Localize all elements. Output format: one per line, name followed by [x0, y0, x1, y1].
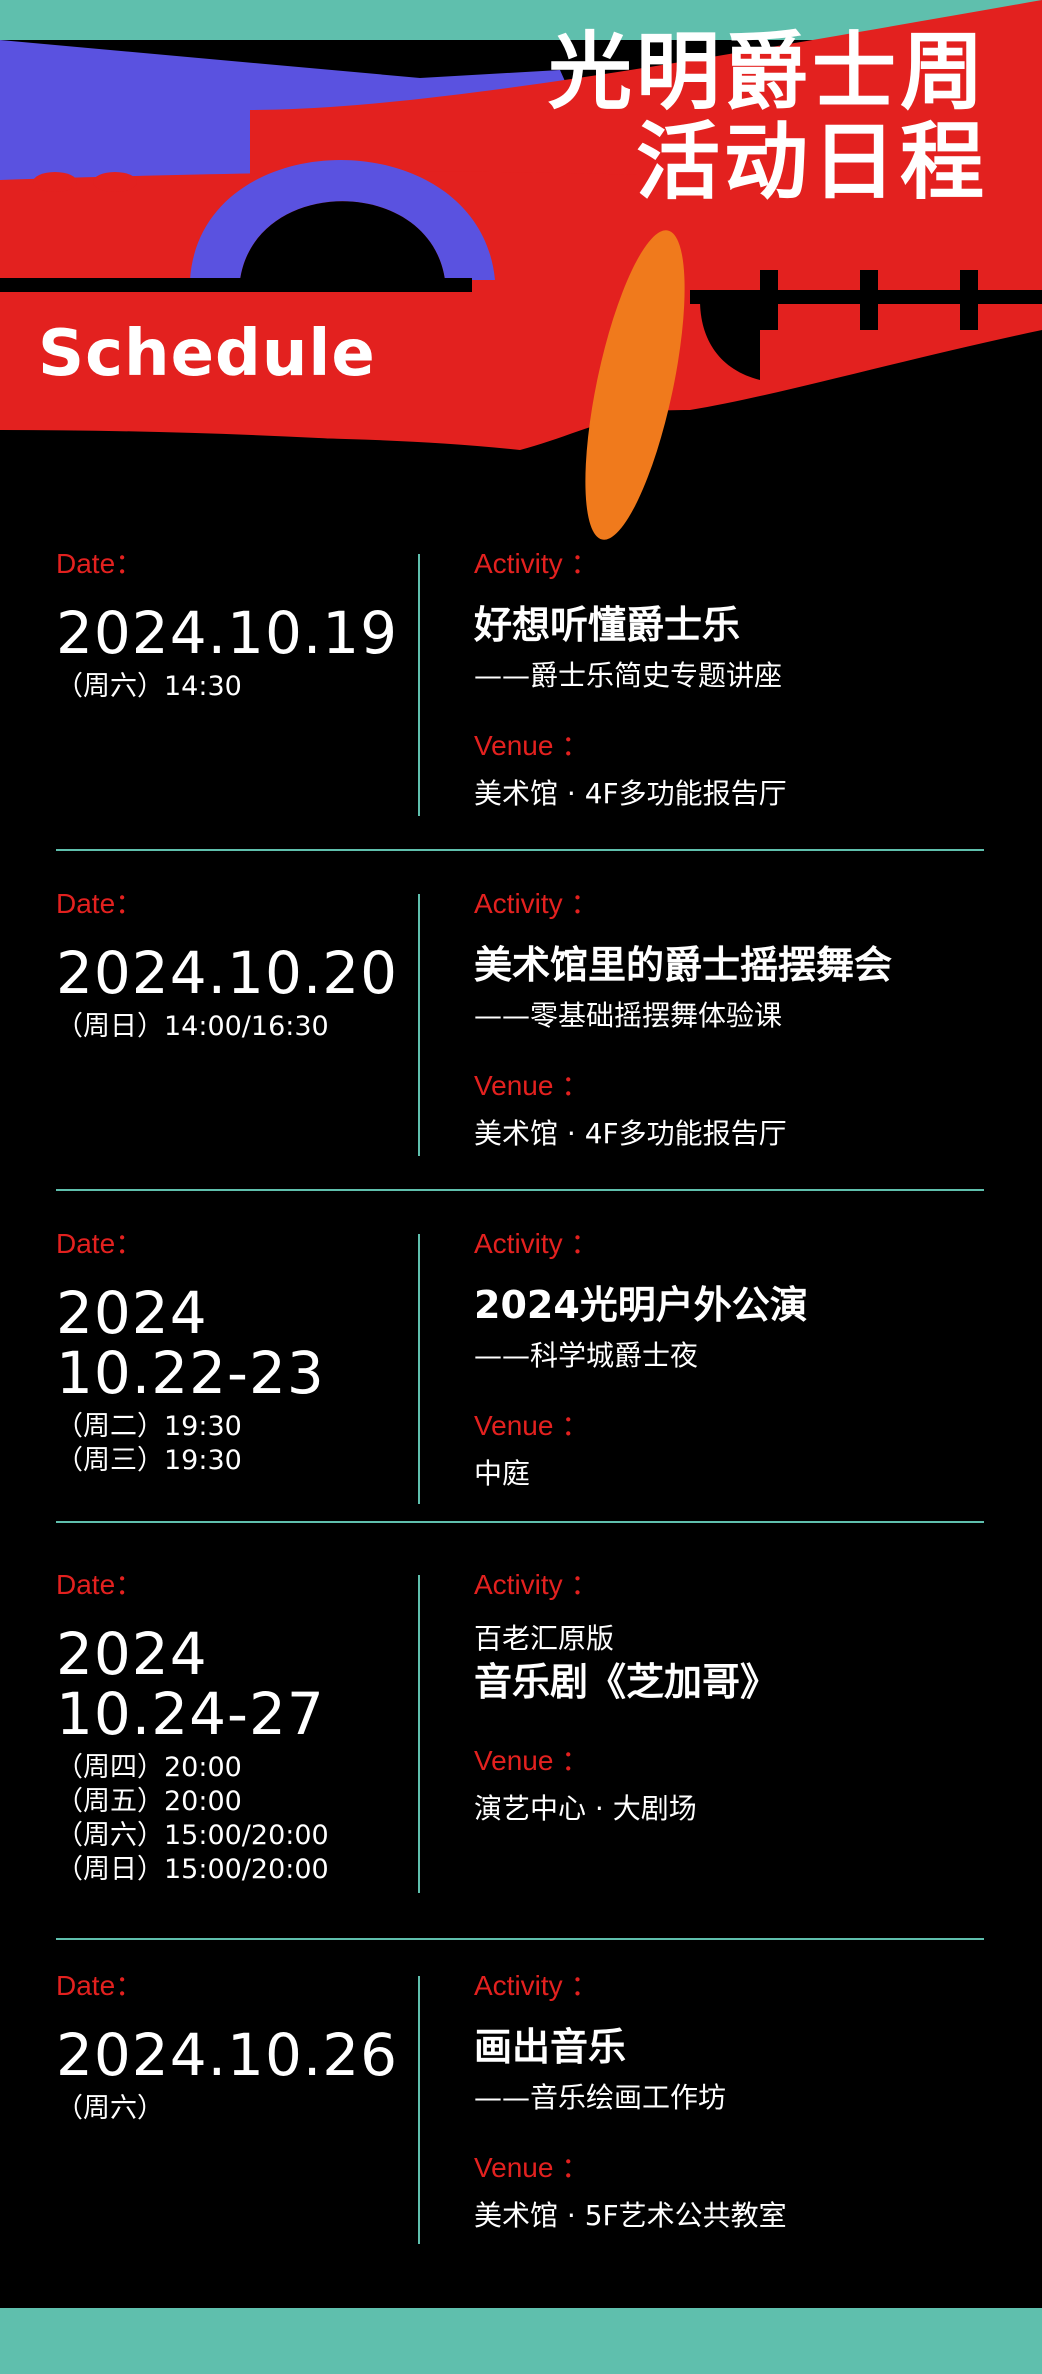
venue-name: 美术馆 · 4F多功能报告厅 [474, 777, 787, 810]
event-date-year: 2024 [56, 1620, 208, 1688]
event-info-column: Activity ： 2024光明户外公演 ——科学城爵士夜 Venue ： 中… [474, 1228, 994, 1488]
event-item: Date： 2024.10.20 （周日）14:00/16:30 Activit… [56, 888, 984, 1158]
event-time: （周六）15:00/20:00 [56, 1820, 329, 1851]
venue-name: 演艺中心 · 大剧场 [474, 1792, 697, 1825]
event-date-column: Date： 2024 10.22-23 （周二）19:30 （周三）19:30 [56, 1228, 416, 1478]
event-time: （周日）15:00/20:00 [56, 1854, 329, 1885]
event-time: （周日）14:00/16:30 [56, 1011, 329, 1042]
activity-label: Activity ： [474, 548, 599, 579]
event-date-column: Date： 2024.10.19 （周六）14:30 [56, 548, 416, 704]
activity-label: Activity ： [474, 1569, 599, 1600]
column-divider [418, 1976, 420, 2244]
date-label: Date： [56, 1970, 144, 2001]
schedule-heading: Schedule [38, 317, 376, 391]
event-item: Date： 2024 10.24-27 （周四）20:00 （周五）20:00 … [56, 1569, 984, 1893]
column-divider [418, 1575, 420, 1893]
activity-title: 2024光明户外公演 [474, 1283, 808, 1327]
page-title-line-1: 光明爵士周 [547, 23, 988, 121]
venue-name: 美术馆 · 4F多功能报告厅 [474, 1117, 787, 1150]
event-item: Date： 2024 10.22-23 （周二）19:30 （周三）19:30 … [56, 1228, 984, 1510]
column-divider [418, 1234, 420, 1504]
activity-label: Activity ： [474, 1970, 599, 2001]
event-date-column: Date： 2024 10.24-27 （周四）20:00 （周五）20:00 … [56, 1569, 416, 1887]
event-separator [56, 849, 984, 851]
venue-label: Venue ： [474, 2152, 590, 2183]
event-time: （周五）20:00 [56, 1786, 242, 1817]
activity-subtitle: ——音乐绘画工作坊 [474, 2081, 727, 2114]
venue-label: Venue ： [474, 1745, 590, 1776]
event-date-column: Date： 2024.10.26 （周六） [56, 1970, 416, 2126]
event-date: 2024.10.20 [56, 939, 399, 1007]
venue-name: 中庭 [474, 1457, 531, 1490]
activity-subtitle: ——科学城爵士夜 [474, 1339, 699, 1372]
page-title-line-2: 活动日程 [635, 113, 988, 211]
event-info-column: Activity ： 美术馆里的爵士摇摆舞会 ——零基础摇摆舞体验课 Venue… [474, 888, 994, 1148]
event-time: （周六）14:30 [56, 671, 242, 702]
date-label: Date： [56, 888, 144, 919]
date-label: Date： [56, 548, 144, 579]
event-time: （周二）19:30 [56, 1411, 242, 1442]
activity-label: Activity ： [474, 1228, 599, 1259]
event-separator [56, 1189, 984, 1191]
event-date-column: Date： 2024.10.20 （周日）14:00/16:30 [56, 888, 416, 1044]
venue-label: Venue ： [474, 1070, 590, 1101]
event-date-range: 10.24-27 [56, 1680, 325, 1748]
event-info-column: Activity ： 百老汇原版 音乐剧《芝加哥》 Venue ： 演艺中心 ·… [474, 1569, 994, 1823]
event-time: （周三）19:30 [56, 1445, 242, 1476]
activity-title: 美术馆里的爵士摇摆舞会 [474, 943, 893, 987]
event-separator [56, 1938, 984, 1940]
activity-subtitle: ——零基础摇摆舞体验课 [474, 999, 783, 1032]
activity-title: 好想听懂爵士乐 [474, 603, 741, 647]
activity-subtitle: ——爵士乐简史专题讲座 [474, 659, 783, 692]
event-item: Date： 2024.10.26 （周六） Activity ： 画出音乐 ——… [56, 1970, 984, 2244]
event-date-year: 2024 [56, 1279, 208, 1347]
header-banner: 光明爵士周 活动日程 Schedule [0, 0, 1042, 540]
venue-label: Venue ： [474, 1410, 590, 1441]
date-label: Date： [56, 1228, 144, 1259]
footer-bar [0, 2308, 1042, 2374]
activity-pretitle: 百老汇原版 [474, 1622, 615, 1655]
venue-name: 美术馆 · 5F艺术公共教室 [474, 2199, 787, 2232]
event-date-range: 10.22-23 [56, 1339, 325, 1407]
event-date: 2024.10.19 [56, 599, 399, 667]
activity-title: 画出音乐 [474, 2025, 627, 2069]
activity-label: Activity ： [474, 888, 599, 919]
event-time: （周六） [56, 2093, 164, 2124]
date-label: Date： [56, 1569, 144, 1600]
event-time: （周四）20:00 [56, 1752, 242, 1783]
activity-title: 音乐剧《芝加哥》 [474, 1660, 779, 1704]
venue-label: Venue ： [474, 730, 590, 761]
event-info-column: Activity ： 画出音乐 ——音乐绘画工作坊 Venue ： 美术馆 · … [474, 1970, 994, 2230]
event-separator [56, 1521, 984, 1523]
event-date: 2024.10.26 [56, 2021, 399, 2089]
column-divider [418, 894, 420, 1156]
column-divider [418, 554, 420, 816]
event-info-column: Activity ： 好想听懂爵士乐 ——爵士乐简史专题讲座 Venue ： 美… [474, 548, 994, 808]
event-item: Date： 2024.10.19 （周六）14:30 Activity ： 好想… [56, 548, 984, 818]
